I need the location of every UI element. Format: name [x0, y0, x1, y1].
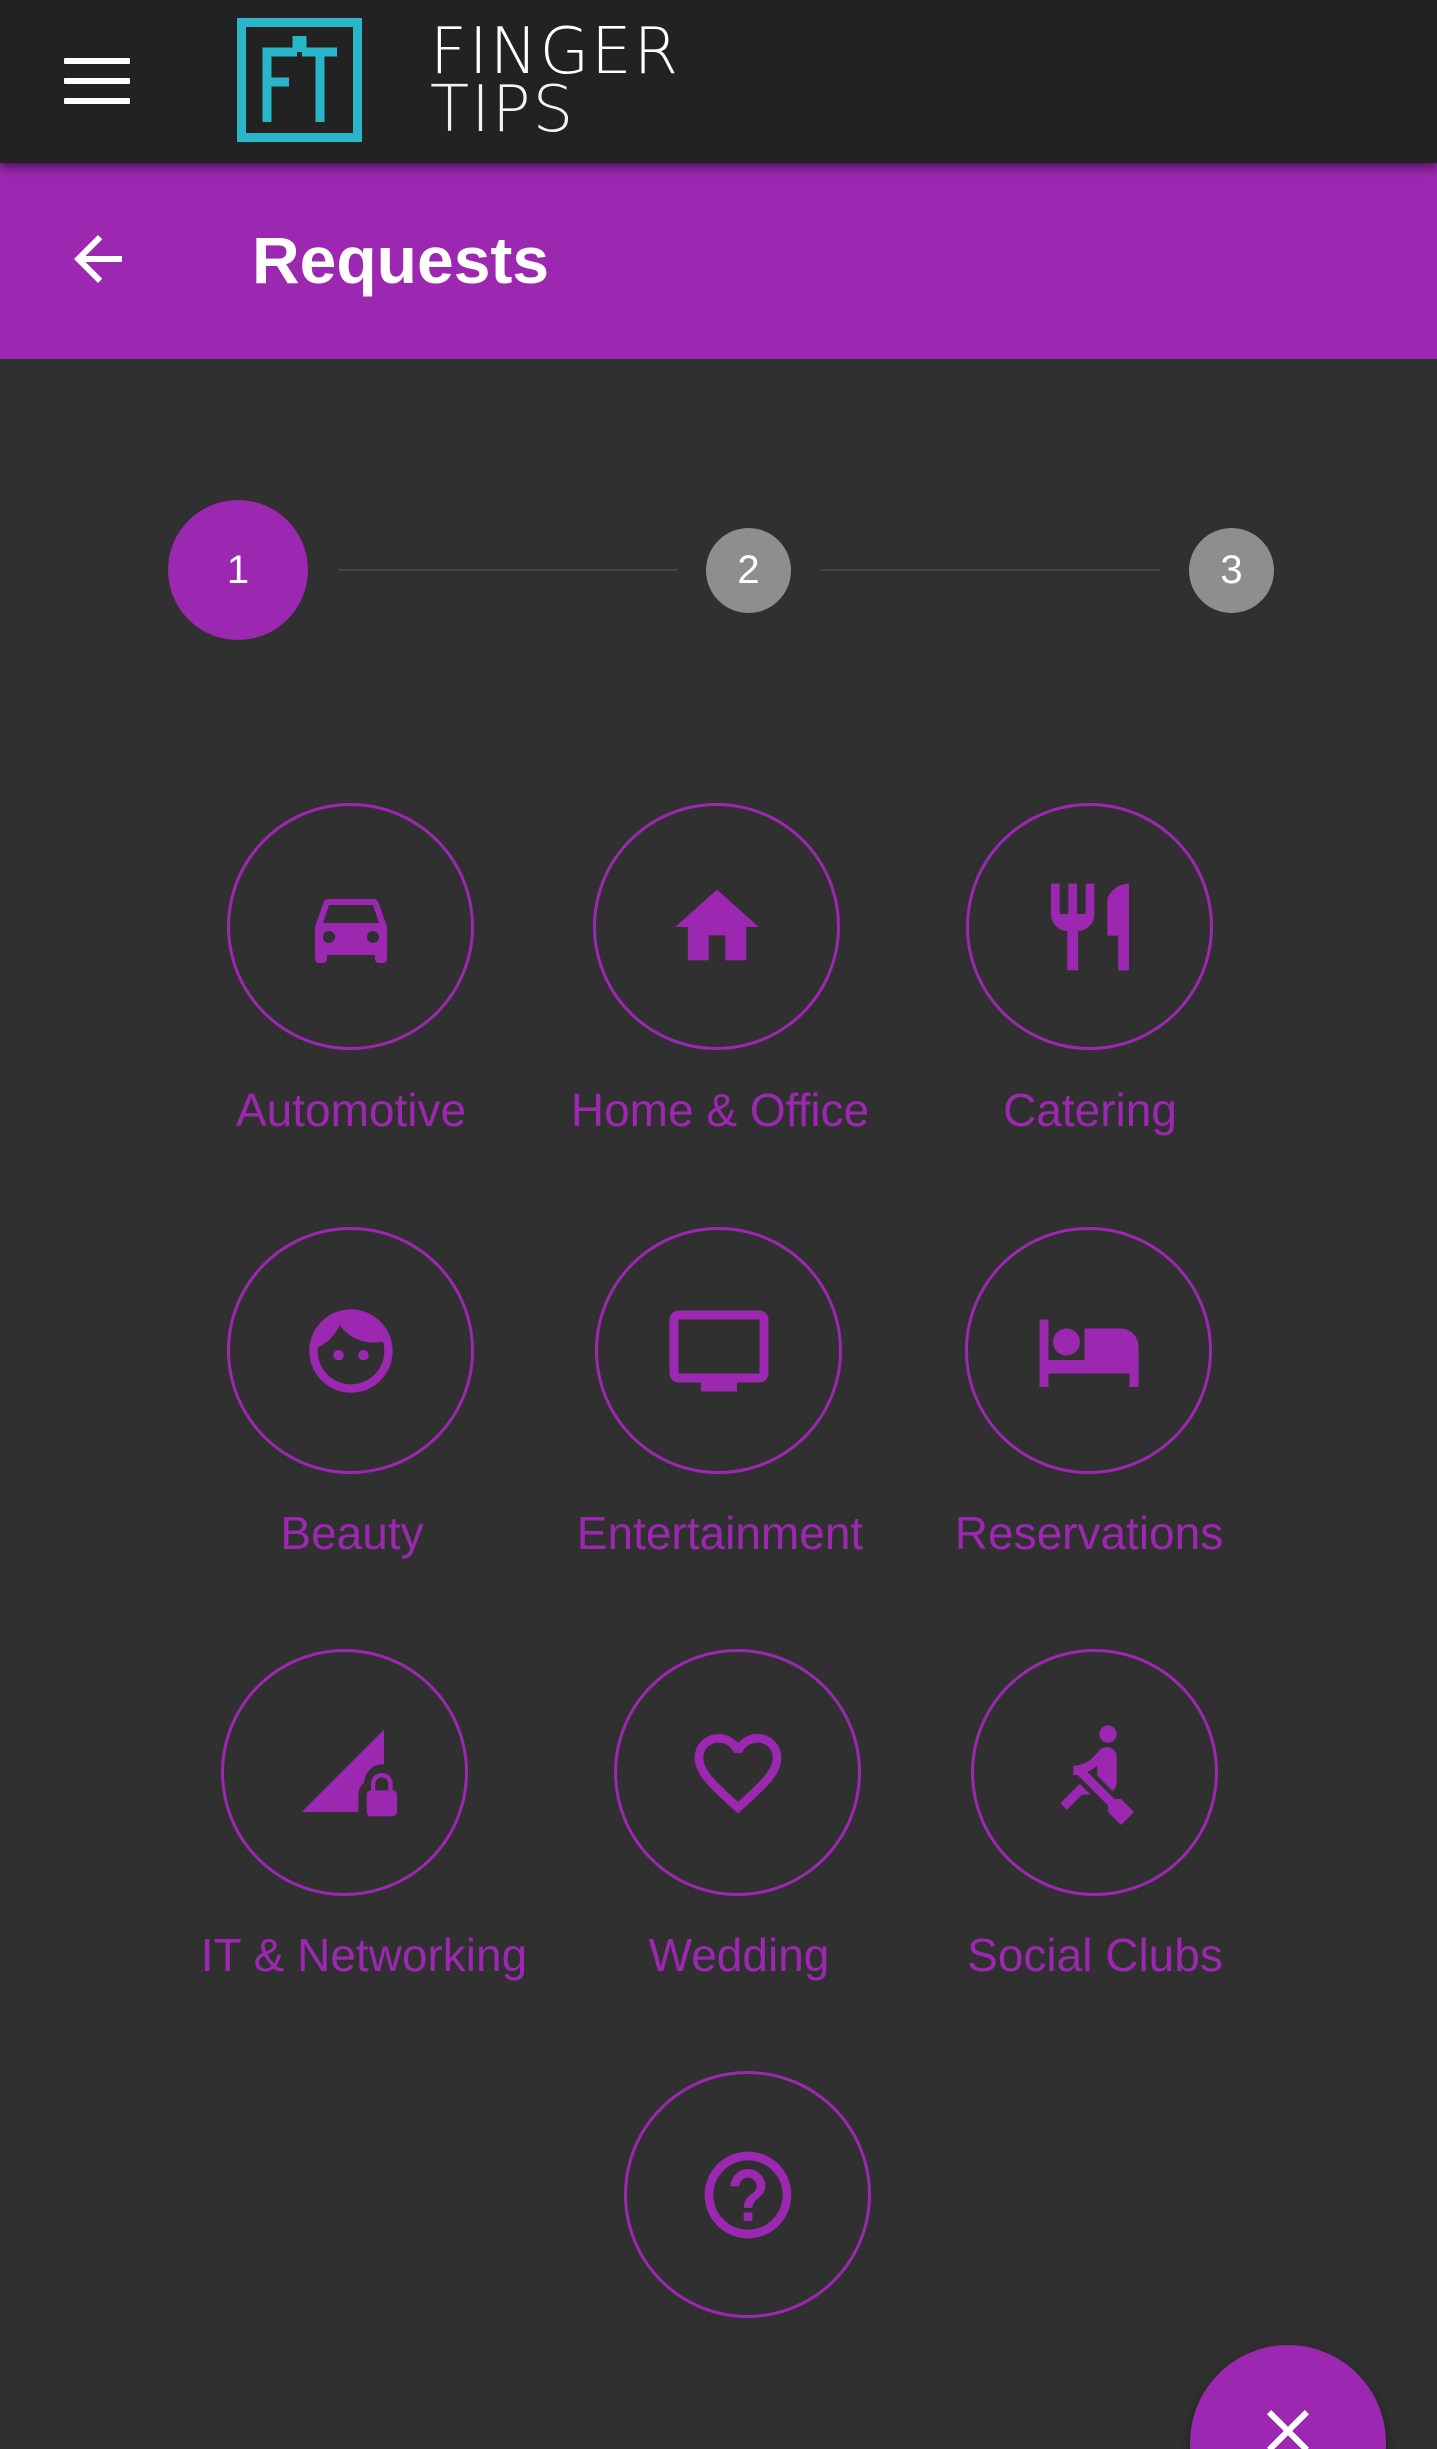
logo-line-tips: TIPS — [430, 73, 576, 147]
category-label[interactable]: Automotive — [236, 1083, 466, 1137]
category-button[interactable] — [595, 1227, 842, 1474]
heart-icon — [694, 1733, 781, 1814]
home-icon — [674, 889, 759, 960]
close-icon — [1267, 2410, 1309, 2449]
category-label[interactable]: Wedding — [649, 1928, 830, 1982]
car-icon — [314, 898, 387, 963]
category-button[interactable] — [227, 803, 474, 1050]
restaurant-icon — [1050, 883, 1129, 970]
category-label[interactable]: Home & Office — [571, 1083, 869, 1137]
category-label[interactable]: Reservations — [955, 1506, 1223, 1560]
category-button[interactable] — [227, 1227, 474, 1474]
top-app-bar: FINGER TIPS — [0, 0, 1437, 163]
category-button[interactable] — [221, 1649, 468, 1896]
face-icon — [308, 1308, 393, 1393]
category-button[interactable] — [966, 803, 1213, 1050]
category-button[interactable] — [614, 1649, 861, 1896]
rowing-icon — [1059, 1724, 1134, 1825]
category-label[interactable]: Beauty — [280, 1506, 423, 1560]
hotel-bed-icon — [1039, 1319, 1138, 1387]
app-screen: FINGER TIPS Requests 1 2 3 Automotive Ho… — [0, 0, 1437, 2449]
close-fab-button[interactable] — [1190, 2345, 1386, 2449]
category-label[interactable]: IT & Networking — [201, 1928, 527, 1982]
fingertips-logo-icon — [237, 18, 362, 142]
signal-lock-icon — [301, 1729, 397, 1816]
category-button[interactable] — [965, 1227, 1212, 1474]
category-button[interactable] — [624, 2071, 871, 2318]
page-title: Requests — [252, 223, 550, 297]
step-2[interactable]: 2 — [706, 528, 791, 613]
category-label[interactable]: Entertainment — [577, 1506, 863, 1560]
tv-icon — [669, 1310, 768, 1391]
category-label[interactable]: Social Clubs — [967, 1928, 1223, 1982]
step-3[interactable]: 3 — [1189, 528, 1274, 613]
menu-icon[interactable] — [64, 58, 130, 104]
category-button[interactable] — [593, 803, 840, 1050]
app-logo-text: FINGER TIPS — [430, 20, 680, 142]
back-arrow-icon[interactable] — [62, 223, 134, 295]
step-connector — [338, 569, 678, 571]
help-icon — [704, 2151, 791, 2238]
step-connector — [820, 569, 1160, 571]
page-header: Requests — [0, 163, 1437, 359]
category-button[interactable] — [971, 1649, 1218, 1896]
category-label[interactable]: Catering — [1003, 1083, 1177, 1137]
step-1[interactable]: 1 — [168, 500, 308, 640]
logo-line-finger: FINGER — [430, 15, 681, 89]
